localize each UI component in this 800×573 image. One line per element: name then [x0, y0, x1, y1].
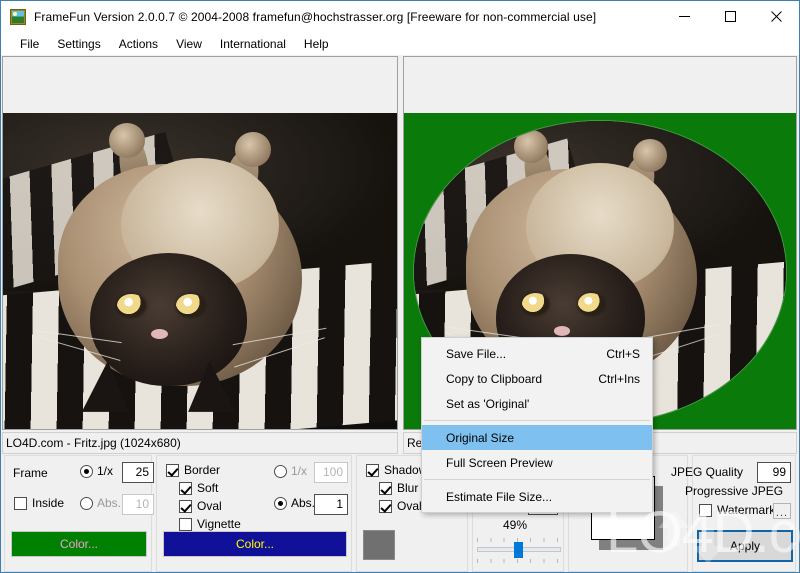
- context-menu-item-set-as-original[interactable]: Set as 'Original': [422, 391, 652, 416]
- context-menu-label: Copy to Clipboard: [446, 371, 543, 386]
- inside-label: Inside: [32, 496, 65, 510]
- original-file-info: LO4D.com - Fritz.jpg (1024x680): [6, 436, 181, 450]
- frame-abs-radio[interactable]: [80, 497, 93, 510]
- border-color-button[interactable]: Color...: [163, 531, 347, 557]
- context-menu-label: Original Size: [446, 430, 515, 445]
- frame-ratio-radio[interactable]: [80, 465, 93, 478]
- border-ratio-radio[interactable]: [274, 465, 287, 478]
- frame-color-button[interactable]: Color...: [11, 531, 147, 557]
- output-group: JPEG Quality 99 Progressive JPEG Waterma…: [671, 455, 796, 572]
- context-menu-label: Full Screen Preview: [446, 455, 553, 470]
- watermark-label: Watermark: [717, 503, 776, 517]
- menu-help[interactable]: Help: [295, 35, 338, 53]
- oval-label: Oval: [197, 499, 222, 513]
- context-menu-item-save-file[interactable]: Save File... Ctrl+S: [422, 341, 652, 366]
- window-controls: [661, 1, 799, 32]
- frame-abs-input[interactable]: 10: [122, 494, 154, 515]
- border-abs-label: Abs.: [291, 496, 316, 510]
- original-status-bar: LO4D.com - Fritz.jpg (1024x680): [2, 432, 398, 454]
- context-menu: Save File... Ctrl+S Copy to Clipboard Ct…: [421, 337, 653, 513]
- oval-checkbox[interactable]: [179, 500, 192, 513]
- border-ratio-label: 1/x: [291, 464, 308, 478]
- picture-frame-icon: [10, 8, 26, 25]
- border-checkbox[interactable]: [166, 464, 179, 477]
- vignette-label: Vignette: [197, 517, 241, 531]
- inside-checkbox[interactable]: [14, 497, 27, 510]
- progressive-jpeg-label: Progressive JPEG: [685, 484, 784, 498]
- image-panes: [1, 55, 799, 432]
- soft-label: Soft: [197, 481, 219, 495]
- frame-ratio-label: 1/x: [97, 464, 114, 478]
- shadow-oval-label: Oval: [397, 499, 422, 513]
- close-icon[interactable]: [753, 1, 799, 32]
- shadow-opacity-slider[interactable]: [477, 536, 561, 564]
- menu-actions[interactable]: Actions: [110, 35, 167, 53]
- border-ratio-input[interactable]: 100: [314, 462, 348, 483]
- context-menu-label: Estimate File Size...: [446, 489, 553, 504]
- shadow-blur-checkbox[interactable]: [379, 482, 392, 495]
- context-menu-item-estimate-file-size[interactable]: Estimate File Size...: [422, 484, 652, 509]
- menu-view[interactable]: View: [167, 35, 211, 53]
- watermark-browse-button[interactable]: ...: [773, 503, 791, 519]
- original-image-pane[interactable]: [2, 56, 398, 430]
- frame-group: Frame Inside 1/x 25 Abs. 10 Color...: [4, 455, 154, 572]
- original-image[interactable]: [3, 113, 397, 429]
- jpeg-quality-input[interactable]: 99: [757, 462, 791, 483]
- slider-thumb[interactable]: [514, 542, 523, 558]
- apply-button[interactable]: Apply: [697, 530, 793, 562]
- maximize-icon[interactable]: [707, 1, 753, 32]
- vignette-checkbox[interactable]: [179, 518, 192, 531]
- shadow-oval-checkbox[interactable]: [379, 500, 392, 513]
- context-menu-separator: [424, 479, 650, 480]
- minimize-icon[interactable]: [661, 1, 707, 32]
- menu-settings[interactable]: Settings: [48, 35, 109, 53]
- context-menu-item-full-screen-preview[interactable]: Full Screen Preview: [422, 450, 652, 475]
- jpeg-quality-label: JPEG Quality: [671, 465, 744, 479]
- menu-international[interactable]: International: [211, 35, 295, 53]
- shadow-color-swatch[interactable]: [363, 530, 395, 560]
- border-group: Border Soft Oval Vignette 1/x 100 Abs. 1…: [156, 455, 352, 572]
- border-abs-radio[interactable]: [274, 497, 287, 510]
- shadow-opacity-value: 49%: [503, 518, 528, 532]
- context-menu-label: Set as 'Original': [446, 396, 530, 411]
- title-bar: FrameFun Version 2.0.0.7 © 2004-2008 fra…: [1, 1, 799, 32]
- context-menu-accelerator: Ctrl+S: [606, 346, 640, 361]
- context-menu-label: Save File...: [446, 346, 507, 361]
- context-menu-separator: [424, 420, 650, 421]
- frame-abs-label: Abs.: [97, 496, 122, 510]
- frame-ratio-input[interactable]: 25: [122, 462, 154, 483]
- shadow-blur-label: Blur: [397, 481, 419, 495]
- border-label: Border: [184, 463, 221, 477]
- context-menu-accelerator: Ctrl+Ins: [598, 371, 640, 386]
- watermark-checkbox[interactable]: [699, 504, 712, 517]
- soft-checkbox[interactable]: [179, 482, 192, 495]
- context-menu-item-original-size[interactable]: Original Size: [422, 425, 652, 450]
- context-menu-item-copy-to-clipboard[interactable]: Copy to Clipboard Ctrl+Ins: [422, 366, 652, 391]
- border-abs-input[interactable]: 1: [314, 494, 348, 515]
- slider-ticks-bottom: [477, 559, 561, 563]
- controls-panel: Frame Inside 1/x 25 Abs. 10 Color... Bor…: [2, 455, 798, 572]
- framefun-window: FrameFun Version 2.0.0.7 © 2004-2008 fra…: [0, 0, 800, 573]
- menu-file[interactable]: File: [11, 35, 48, 53]
- window-title: FrameFun Version 2.0.0.7 © 2004-2008 fra…: [34, 9, 597, 24]
- shadow-checkbox[interactable]: [366, 464, 379, 477]
- frame-label: Frame: [13, 466, 48, 480]
- menu-bar: File Settings Actions View International…: [1, 32, 799, 55]
